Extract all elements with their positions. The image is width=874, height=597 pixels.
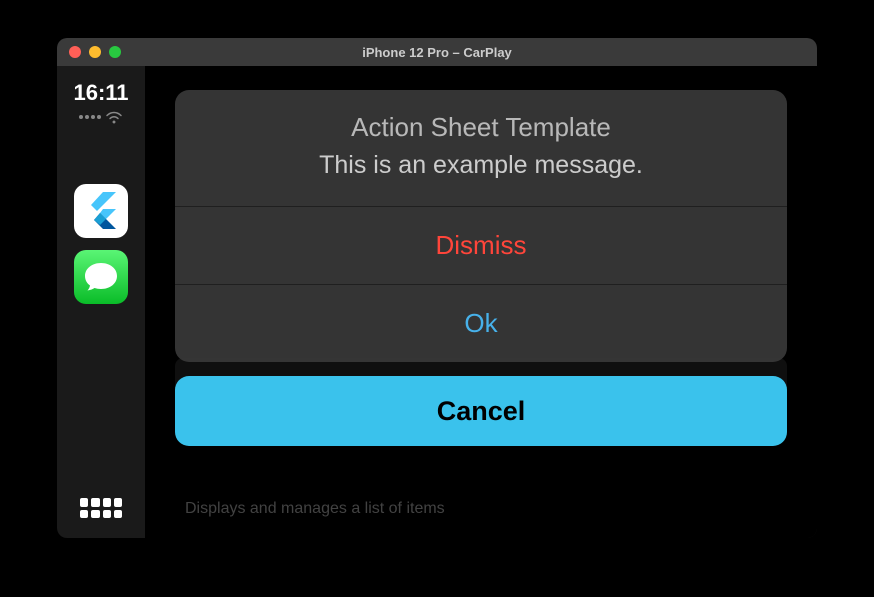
titlebar: iPhone 12 Pro – CarPlay (57, 38, 817, 66)
status-time: 16:11 (73, 80, 128, 106)
action-sheet: Action Sheet Template This is an example… (175, 90, 787, 362)
close-button[interactable] (69, 46, 81, 58)
flutter-logo-icon (86, 192, 116, 230)
minimize-button[interactable] (89, 46, 101, 58)
flutter-app-icon[interactable] (74, 184, 128, 238)
fullscreen-button[interactable] (109, 46, 121, 58)
dismiss-button[interactable]: Dismiss (175, 206, 787, 284)
status-icons (79, 110, 123, 124)
action-sheet-header: Action Sheet Template This is an example… (175, 90, 787, 206)
wifi-icon (105, 110, 123, 124)
cancel-button[interactable]: Cancel (175, 376, 787, 446)
messages-app-icon[interactable] (74, 250, 128, 304)
messages-bubble-icon (83, 261, 119, 293)
ok-button[interactable]: Ok (175, 284, 787, 362)
window-title: iPhone 12 Pro – CarPlay (362, 45, 512, 60)
action-sheet-title: Action Sheet Template (199, 112, 763, 143)
cellular-signal-icon (79, 115, 101, 119)
modal-overlay: Action Sheet Template This is an example… (145, 66, 817, 538)
app-icons (74, 184, 128, 304)
traffic-lights (57, 46, 121, 58)
home-button[interactable] (80, 498, 122, 518)
action-sheet-message: This is an example message. (199, 151, 763, 180)
main-content: Action Sheet Displays and manages a list… (145, 66, 817, 538)
simulator-window: iPhone 12 Pro – CarPlay 16:11 (57, 38, 817, 538)
sidebar: 16:11 (57, 66, 145, 538)
carplay-screen: 16:11 (57, 66, 817, 538)
